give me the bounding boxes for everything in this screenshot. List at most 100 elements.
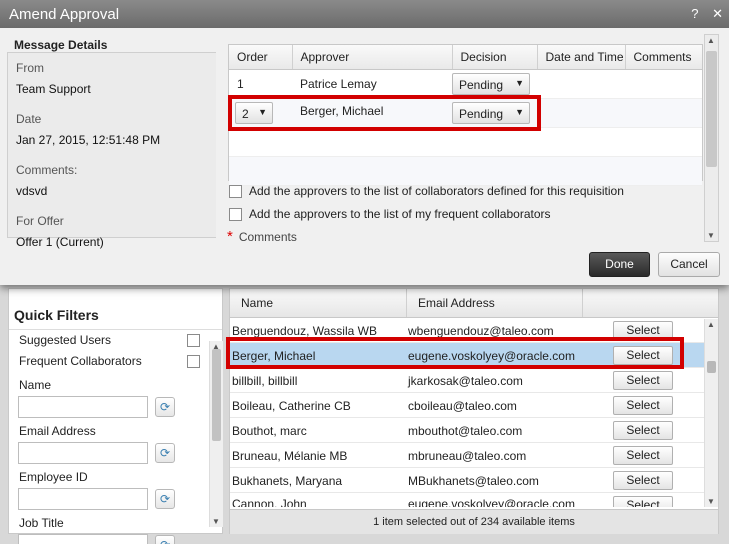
select-button[interactable]: Select: [613, 321, 673, 340]
user-email: eugene.voskolyey@oracle.com: [408, 349, 575, 363]
frequent-checkbox-row[interactable]: Add the approvers to the list of my freq…: [229, 206, 551, 222]
scroll-down-icon[interactable]: ▼: [707, 231, 715, 240]
filter-suggested-users-label: Suggested Users: [19, 333, 112, 347]
filter-frequent-collaborators-label: Frequent Collaborators: [19, 354, 142, 368]
user-email: jkarkosak@taleo.com: [408, 374, 523, 388]
date-value: Jan 27, 2015, 12:51:48 PM: [16, 133, 161, 147]
frequent-checkbox-label: Add the approvers to the list of my freq…: [249, 207, 551, 221]
select-button[interactable]: Select: [613, 471, 673, 490]
select-button[interactable]: Select: [613, 496, 673, 507]
approver-order: 1: [229, 69, 292, 99]
decision-dropdown[interactable]: Pending ▼: [452, 72, 530, 95]
user-name: Berger, Michael: [232, 349, 316, 363]
users-table-body: Benguendouz, Wassila WB wbenguendouz@tale…: [230, 318, 718, 507]
select-button[interactable]: Select: [613, 421, 673, 440]
select-button[interactable]: Select: [613, 396, 673, 415]
approvers-col-date-time[interactable]: Date and Time: [537, 45, 626, 70]
select-button[interactable]: Select: [613, 371, 673, 390]
name-filter-input[interactable]: [18, 396, 148, 418]
table-row: 1 Patrice Lemay Pending ▼: [229, 69, 702, 99]
employee-id-filter-label: Employee ID: [19, 470, 88, 484]
decision-value: Pending: [459, 77, 504, 92]
collaborators-checkbox[interactable]: [229, 184, 242, 198]
comments-value: vdsvd: [16, 184, 48, 198]
refresh-icon[interactable]: ⟳: [155, 397, 175, 417]
filter-frequent-collaborators[interactable]: Frequent Collaborators: [9, 351, 222, 372]
job-title-filter-input[interactable]: [18, 534, 148, 544]
employee-id-filter-input[interactable]: [18, 488, 148, 510]
table-row[interactable]: Bruneau, Mélanie MB mbruneau@taleo.com Sel…: [230, 443, 718, 468]
table-row[interactable]: Berger, Michael eugene.voskolyey@oracle.c…: [230, 343, 718, 368]
filter-suggested-users[interactable]: Suggested Users: [9, 330, 222, 351]
approvers-table-container: Order Approver Decision Date and Time Co…: [228, 44, 703, 186]
required-mark: *: [227, 228, 233, 245]
table-row: [229, 156, 702, 186]
dialog-scrollbar[interactable]: ▲ ▼: [704, 34, 719, 242]
user-email: MBukhanets@taleo.com: [408, 474, 539, 488]
collaborators-checkbox-row[interactable]: Add the approvers to the list of collabo…: [229, 183, 624, 199]
approvers-col-comments[interactable]: Comments: [625, 45, 702, 70]
scroll-up-icon[interactable]: ▲: [707, 36, 715, 45]
user-email: eugene.voskolyey@oracle.com: [408, 497, 575, 507]
suggested-users-checkbox[interactable]: [187, 334, 200, 347]
user-name: Bukhanets, Maryana: [232, 474, 343, 488]
chevron-down-icon: ▼: [258, 106, 267, 117]
decision-value: Pending: [459, 106, 504, 121]
done-button[interactable]: Done: [589, 252, 650, 277]
table-row[interactable]: Boileau, Catherine CB cboileau@taleo.com S…: [230, 393, 718, 418]
filters-scrollbar[interactable]: ▲ ▼: [209, 341, 223, 527]
frequent-collaborators-checkbox[interactable]: [187, 355, 200, 368]
selection-status: 1 item selected out of 234 available ite…: [230, 509, 718, 534]
scroll-down-icon[interactable]: ▼: [212, 517, 220, 526]
chevron-down-icon: ▼: [515, 77, 524, 88]
dialog-comments-label: * Comments: [227, 228, 297, 245]
email-filter-input[interactable]: [18, 442, 148, 464]
collaborators-checkbox-label: Add the approvers to the list of collabo…: [249, 184, 624, 198]
refresh-icon[interactable]: ⟳: [155, 535, 175, 544]
users-scrollbar[interactable]: ▲ ▼: [704, 319, 718, 507]
scroll-down-icon[interactable]: ▼: [707, 497, 715, 506]
user-email: mbruneau@taleo.com: [408, 449, 527, 463]
table-row: [229, 127, 702, 157]
approver-name: Berger, Michael: [292, 98, 452, 128]
user-name: Bruneau, Mélanie MB: [232, 449, 348, 463]
cancel-button[interactable]: Cancel: [658, 252, 720, 277]
select-button[interactable]: Select: [613, 446, 673, 465]
scroll-up-icon[interactable]: ▲: [707, 320, 715, 329]
quick-filters-heading: Quick Filters: [9, 289, 222, 330]
comments-label-text: Comments: [238, 230, 297, 244]
refresh-icon[interactable]: ⟳: [155, 489, 175, 509]
quick-filters-panel: Quick Filters Suggested Users Frequent C…: [8, 288, 223, 544]
job-title-filter-label: Job Title: [19, 516, 64, 530]
users-list-panel: Name Email Address Benguendouz, Wassila …: [229, 288, 719, 534]
decision-dropdown[interactable]: Pending ▼: [452, 101, 530, 124]
filters-scroll-thumb[interactable]: [212, 349, 221, 441]
refresh-icon[interactable]: ⟳: [155, 443, 175, 463]
select-button[interactable]: Select: [613, 346, 673, 365]
dialog-title: Amend Approval: [9, 6, 120, 23]
date-label: Date: [16, 112, 42, 126]
chevron-down-icon: ▼: [515, 106, 524, 117]
users-col-name[interactable]: Name: [230, 289, 407, 317]
order-dropdown[interactable]: 2 ▼: [235, 101, 273, 124]
offer-label: For Offer: [16, 214, 64, 228]
approvers-col-order[interactable]: Order: [229, 45, 293, 70]
user-name: Boileau, Catherine CB: [232, 399, 351, 413]
users-scroll-thumb[interactable]: [707, 361, 716, 373]
users-col-email[interactable]: Email Address: [407, 289, 583, 317]
table-row[interactable]: billbill, billbill jkarkosak@taleo.com Sel…: [230, 368, 718, 393]
message-details-box: From Team Support Date Jan 27, 2015, 12:…: [7, 52, 216, 249]
help-icon[interactable]: ?: [691, 6, 698, 21]
frequent-checkbox[interactable]: [229, 207, 242, 221]
user-name: Cannon, John: [232, 497, 307, 507]
table-row[interactable]: Bouthot, marc mbouthot@taleo.com Select: [230, 418, 718, 443]
table-row[interactable]: Bukhanets, Maryana MBukhanets@taleo.com Se…: [230, 468, 718, 493]
name-filter-label: Name: [19, 378, 52, 392]
approvers-col-approver[interactable]: Approver: [292, 45, 453, 70]
dialog-scroll-thumb[interactable]: [706, 51, 717, 167]
table-row[interactable]: Benguendouz, Wassila WB wbenguendouz@tale…: [230, 318, 718, 343]
table-row[interactable]: Cannon, John eugene.voskolyey@oracle.com S…: [230, 493, 718, 507]
approvers-table: Order Approver Decision Date and Time Co…: [229, 45, 702, 186]
close-icon[interactable]: ✕: [712, 6, 723, 21]
approvers-col-decision[interactable]: Decision: [452, 45, 538, 70]
